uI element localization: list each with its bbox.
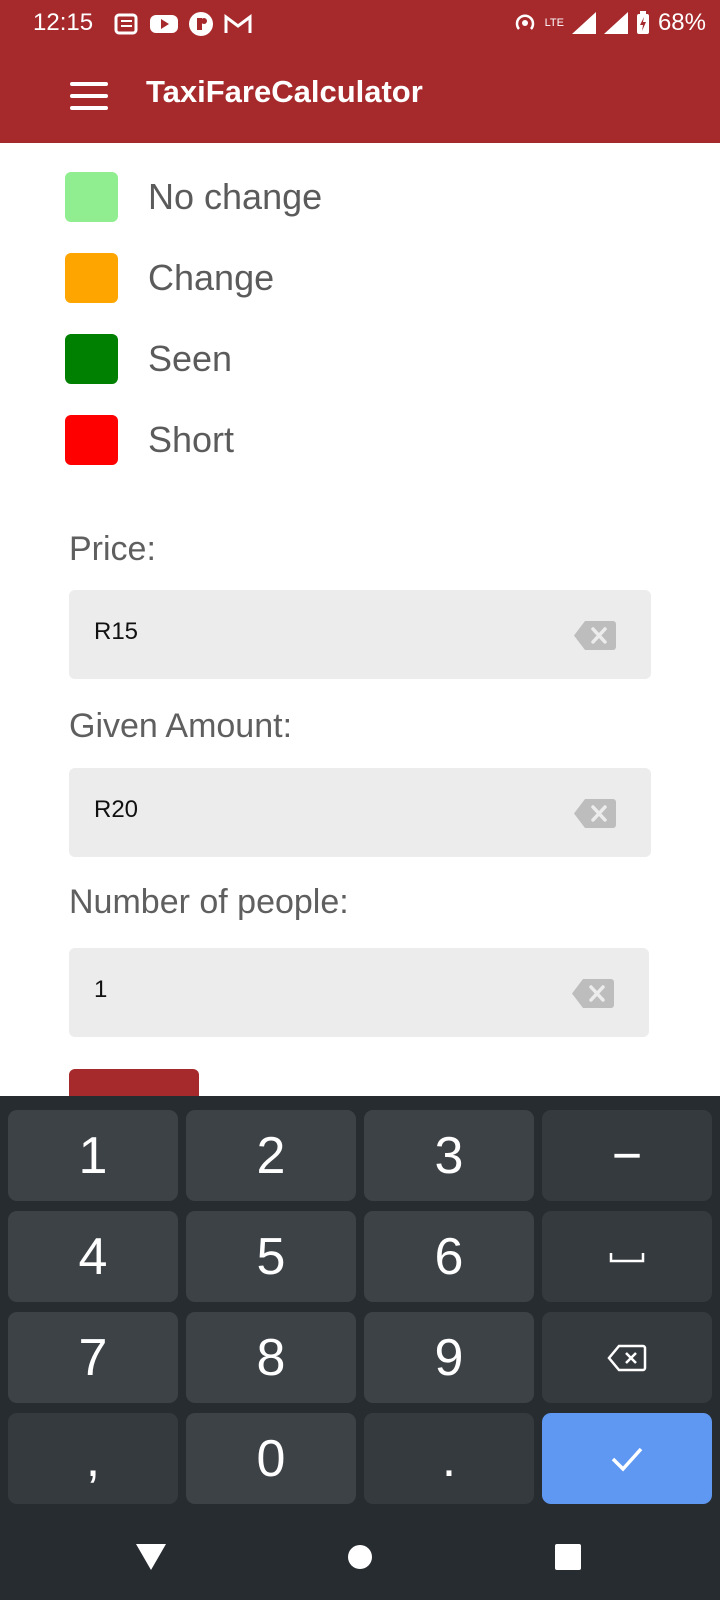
people-input[interactable]: 1	[69, 948, 649, 1037]
given-amount-label: Given Amount:	[69, 707, 293, 745]
people-label: Number of people:	[69, 883, 349, 921]
price-value: R15	[94, 618, 139, 645]
calculate-button[interactable]	[69, 1069, 199, 1099]
key-6[interactable]: 6	[364, 1211, 534, 1302]
key-space[interactable]	[542, 1211, 712, 1302]
legend-item-no-change: No change	[65, 171, 322, 223]
legend-item-change: Change	[65, 252, 274, 304]
signal-icon	[603, 12, 628, 34]
given-amount-input[interactable]: R20	[69, 768, 651, 857]
key-4[interactable]: 4	[8, 1211, 178, 1302]
app-title: TaxiFareCalculator	[146, 74, 423, 109]
key-8[interactable]: 8	[186, 1312, 356, 1403]
back-icon[interactable]	[136, 1544, 166, 1570]
home-icon[interactable]	[347, 1544, 373, 1570]
key-2[interactable]: 2	[186, 1110, 356, 1201]
legend-label: Change	[148, 257, 275, 298]
people-value: 1	[94, 976, 108, 1003]
key-7[interactable]: 7	[8, 1312, 178, 1403]
price-label: Price:	[69, 530, 156, 568]
key-backspace[interactable]	[542, 1312, 712, 1403]
recents-icon[interactable]	[555, 1544, 581, 1570]
youtube-icon	[150, 15, 178, 33]
given-amount-value: R20	[94, 796, 139, 823]
key-3[interactable]: 3	[364, 1110, 534, 1201]
app-bar: TaxiFareCalculator	[0, 46, 720, 143]
key-9[interactable]: 9	[364, 1312, 534, 1403]
legend-swatch-change	[65, 253, 118, 303]
battery-charging-icon	[636, 11, 649, 34]
navigation-bar	[0, 1516, 720, 1600]
key-minus[interactable]: −	[542, 1110, 712, 1201]
signal-icon	[571, 12, 596, 34]
key-0[interactable]: 0	[186, 1413, 356, 1504]
clear-icon[interactable]	[573, 620, 617, 651]
key-comma[interactable]: ,	[8, 1413, 178, 1504]
check-icon	[611, 1447, 643, 1472]
gmail-icon	[224, 14, 252, 33]
news-icon	[114, 13, 138, 35]
legend-swatch-no-change	[65, 172, 118, 222]
legend-item-seen: Seen	[65, 333, 232, 385]
app-icon	[189, 12, 213, 36]
hotspot-icon	[515, 14, 534, 30]
system-icons: LTE 68%	[513, 9, 706, 37]
notification-icons	[114, 11, 252, 37]
legend-label: No change	[148, 176, 323, 217]
battery-percent: 68%	[657, 9, 706, 36]
status-bar: 12:15 LTE 68%	[0, 0, 720, 46]
legend-label: Short	[148, 419, 235, 460]
hamburger-menu-icon[interactable]	[70, 82, 110, 110]
space-icon	[609, 1252, 645, 1262]
clear-icon[interactable]	[571, 978, 615, 1009]
legend-swatch-seen	[65, 334, 118, 384]
backspace-icon	[607, 1344, 647, 1371]
status-time: 12:15	[33, 9, 94, 36]
key-5[interactable]: 5	[186, 1211, 356, 1302]
lte-label: LTE	[544, 17, 564, 29]
key-period[interactable]: .	[364, 1413, 534, 1504]
legend-label: Seen	[148, 338, 233, 379]
legend-swatch-short	[65, 415, 118, 465]
key-done[interactable]	[542, 1413, 712, 1504]
price-input[interactable]: R15	[69, 590, 651, 679]
numeric-keyboard: 1 2 3 − 4 5 6 7 8 9 , 0 .	[0, 1096, 720, 1516]
key-1[interactable]: 1	[8, 1110, 178, 1201]
clear-icon[interactable]	[573, 798, 617, 829]
legend-item-short: Short	[65, 414, 234, 466]
